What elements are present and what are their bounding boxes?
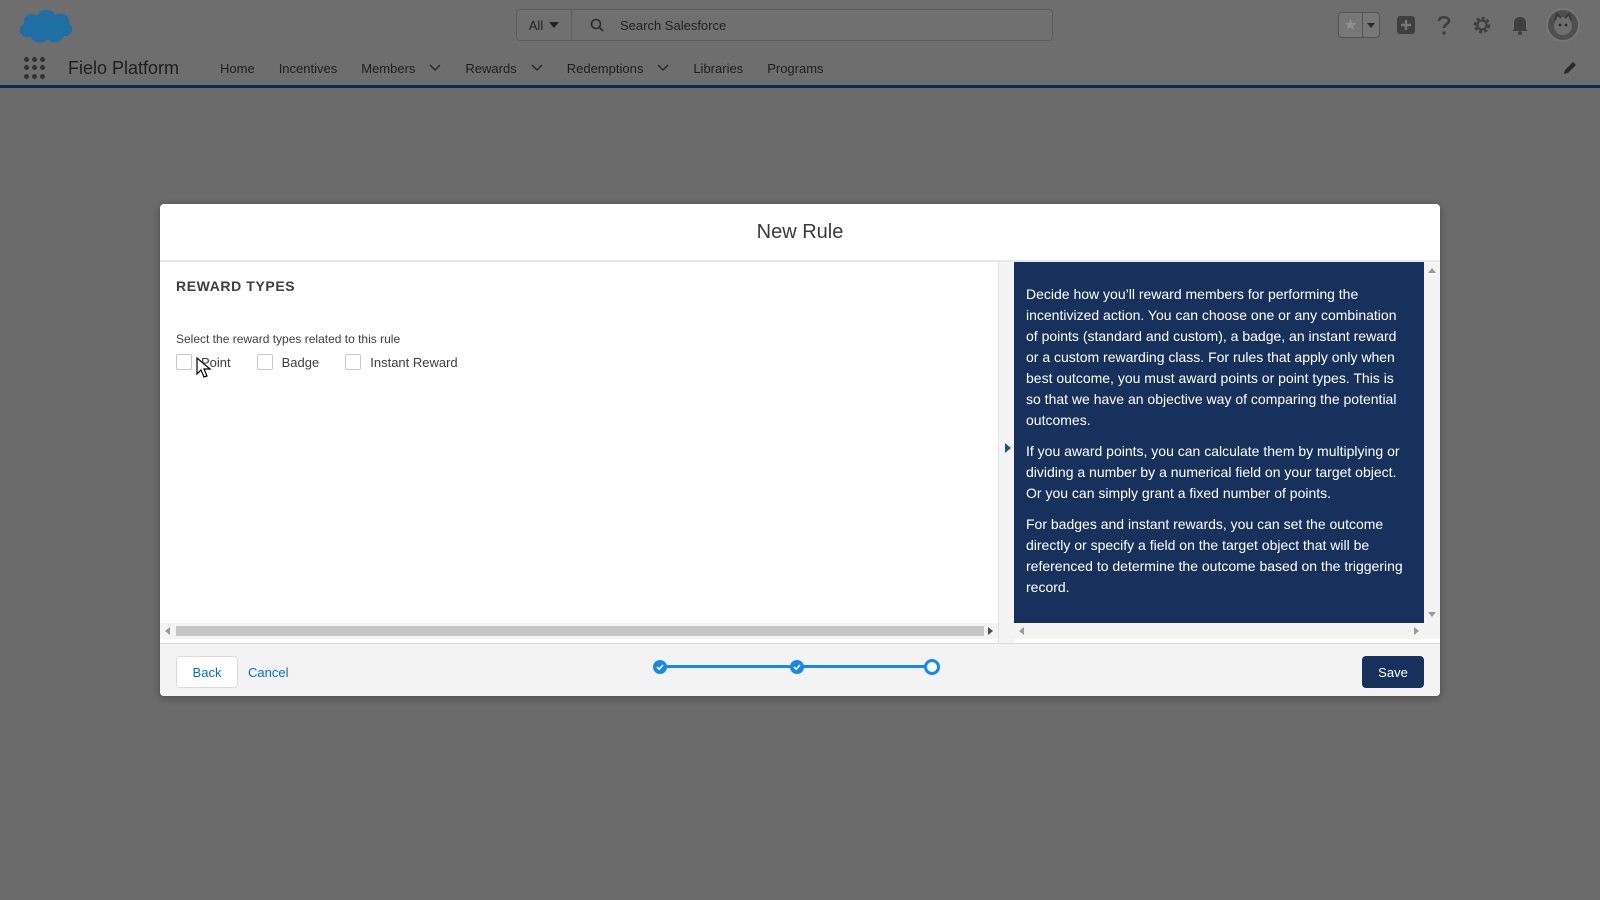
scroll-left-arrow[interactable] xyxy=(165,627,170,635)
guidance-panel: Decide how you’ll reward members for per… xyxy=(1014,262,1424,623)
salesforce-cloud-logo[interactable] xyxy=(16,5,74,45)
chevron-down-icon[interactable] xyxy=(429,64,441,72)
guidance-paragraph: If you award points, you can calculate t… xyxy=(1026,443,1400,501)
global-search: All Search Salesforce xyxy=(516,9,1053,41)
modal-body: REWARD TYPES Select the reward types rel… xyxy=(160,262,1440,643)
badge-checkbox[interactable] xyxy=(256,354,273,370)
user-avatar-icon[interactable] xyxy=(1546,8,1580,42)
nav-item-label: Members xyxy=(361,60,416,76)
chevron-down-icon[interactable] xyxy=(657,64,669,72)
global-header: All Search Salesforce ★ xyxy=(0,0,1600,48)
horizontal-scrollbar[interactable] xyxy=(160,623,998,639)
edit-pencil-icon[interactable] xyxy=(1562,60,1578,76)
header-utility-icons: ★ xyxy=(1338,8,1580,42)
modal-title: New Rule xyxy=(160,204,1440,262)
app-launcher-icon[interactable] xyxy=(24,57,46,79)
chevron-down-icon xyxy=(1367,22,1375,28)
chevron-down-icon xyxy=(549,22,560,28)
progress-step-1-complete[interactable] xyxy=(653,660,667,674)
notification-bell-icon[interactable] xyxy=(1508,13,1532,37)
badge-label: Badge xyxy=(281,354,320,370)
cancel-button[interactable]: Cancel xyxy=(248,656,288,688)
search-placeholder: Search Salesforce xyxy=(620,17,727,33)
nav-item-programs[interactable]: Programs xyxy=(755,48,835,88)
guidance-paragraph: Decide how you’ll reward members for per… xyxy=(1026,286,1397,428)
search-icon xyxy=(590,18,604,32)
favorites-button-group: ★ xyxy=(1338,12,1380,38)
check-icon xyxy=(793,664,801,671)
nav-item-label: Redemptions xyxy=(566,60,644,76)
setup-gear-icon[interactable] xyxy=(1470,13,1494,37)
nav-item-members[interactable]: Members xyxy=(349,48,453,88)
nav-item-home[interactable]: Home xyxy=(208,48,267,88)
collapse-panel-toggle-icon[interactable] xyxy=(1005,443,1011,453)
instant-reward-label: Instant Reward xyxy=(370,354,458,370)
reward-type-badge[interactable]: Badge xyxy=(256,354,320,370)
nav-item-incentives[interactable]: Incentives xyxy=(267,48,350,88)
scroll-right-arrow[interactable] xyxy=(1414,627,1419,635)
reward-types-pane: REWARD TYPES Select the reward types rel… xyxy=(160,262,998,643)
progress-step-2-complete[interactable] xyxy=(790,660,804,674)
modal-footer: Back Cancel Save xyxy=(160,643,1440,696)
search-scope-label: All xyxy=(528,17,544,33)
wizard-progress-indicator xyxy=(650,657,950,677)
back-button[interactable]: Back xyxy=(176,656,238,688)
chevron-down-icon[interactable] xyxy=(531,64,543,72)
check-icon xyxy=(656,664,664,671)
app-name: Fielo Platform xyxy=(68,58,180,78)
nav-item-label: Programs xyxy=(767,60,824,76)
save-button[interactable]: Save xyxy=(1362,656,1424,688)
guidance-paragraph: For badges and instant rewards, you can … xyxy=(1026,516,1403,595)
progress-step-3-current[interactable] xyxy=(924,659,940,675)
nav-items: Home Incentives Members Rewards Redempti… xyxy=(208,48,836,88)
scroll-up-arrow[interactable] xyxy=(1428,268,1436,273)
nav-item-label: Rewards xyxy=(465,60,517,76)
scrollbar-thumb[interactable] xyxy=(176,626,984,636)
favorites-list-button[interactable] xyxy=(1363,13,1379,37)
add-icon[interactable] xyxy=(1394,13,1418,37)
new-rule-modal: New Rule REWARD TYPES Select the reward … xyxy=(160,204,1440,696)
vertical-scrollbar[interactable] xyxy=(1424,262,1440,623)
cursor-arrow-icon xyxy=(196,357,212,378)
search-scope-dropdown[interactable]: All xyxy=(517,10,572,40)
reward-type-options: Point Badge Instant Reward xyxy=(176,354,458,370)
guidance-horizontal-scrollbar[interactable] xyxy=(1014,623,1440,639)
help-icon[interactable] xyxy=(1432,13,1456,37)
nav-item-label: Incentives xyxy=(278,60,338,76)
instant-reward-checkbox[interactable] xyxy=(345,354,362,370)
nav-item-redemptions[interactable]: Redemptions xyxy=(555,48,682,88)
reward-types-help-text: Select the reward types related to this … xyxy=(176,332,401,346)
nav-item-libraries[interactable]: Libraries xyxy=(681,48,755,88)
reward-type-instant-reward[interactable]: Instant Reward xyxy=(345,354,458,370)
nav-item-label: Libraries xyxy=(693,60,744,76)
app-nav-bar: Fielo Platform Home Incentives Members R… xyxy=(0,48,1600,88)
scroll-left-arrow[interactable] xyxy=(1019,627,1024,635)
pane-divider xyxy=(998,262,1014,643)
nav-item-rewards[interactable]: Rewards xyxy=(453,48,554,88)
star-icon[interactable]: ★ xyxy=(1339,13,1363,37)
point-checkbox[interactable] xyxy=(176,354,192,370)
search-input[interactable]: Search Salesforce xyxy=(572,18,1052,33)
scroll-right-arrow[interactable] xyxy=(988,627,993,635)
scroll-down-arrow[interactable] xyxy=(1428,612,1436,617)
nav-item-label: Home xyxy=(220,60,255,76)
section-title: REWARD TYPES xyxy=(176,278,296,294)
